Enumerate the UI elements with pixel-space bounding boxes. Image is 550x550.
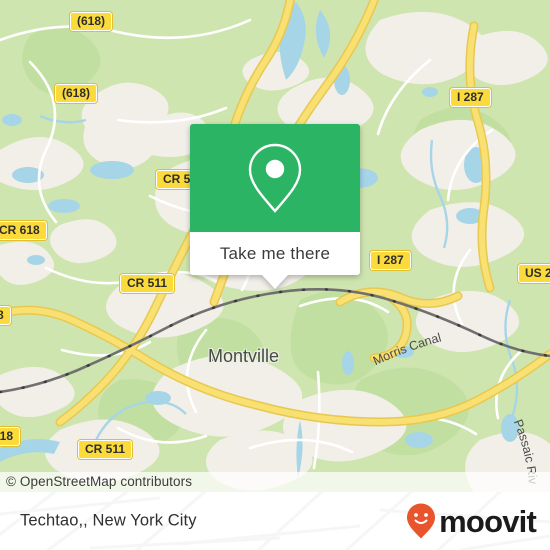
road-shield[interactable]: CR 511 [120,274,175,293]
osm-attribution[interactable]: © OpenStreetMap contributors [0,472,550,492]
road-shield[interactable]: I 287 [370,251,411,270]
road-shield[interactable]: CR 618 [0,221,47,240]
map-screenshot: Morris Canal Passaic River Montville (61… [0,0,550,550]
map-pin-icon [248,143,302,213]
moovit-pin-icon [407,503,436,539]
road-shield[interactable]: 618 [0,427,21,446]
road-shield[interactable]: (618) [70,12,113,31]
road-shield[interactable]: (618) [55,84,98,103]
location-popup[interactable]: Take me there [190,124,360,289]
location-title: Techtao,, New York City [20,511,197,530]
road-shield[interactable]: I 287 [450,88,491,107]
popup-pointer [262,275,288,289]
road-shield[interactable]: 8 [0,306,11,325]
place-label-montville: Montville [208,346,280,366]
take-me-there-button[interactable]: Take me there [190,232,360,275]
moovit-logo[interactable]: moovit [405,502,537,540]
popup-icon-area [190,124,360,232]
moovit-wordmark: moovit [439,503,537,539]
road-shield[interactable]: CR 511 [78,440,133,459]
road-shield[interactable]: US 2 [518,264,550,283]
bottom-bar: Techtao,, New York City moovit [0,492,550,550]
